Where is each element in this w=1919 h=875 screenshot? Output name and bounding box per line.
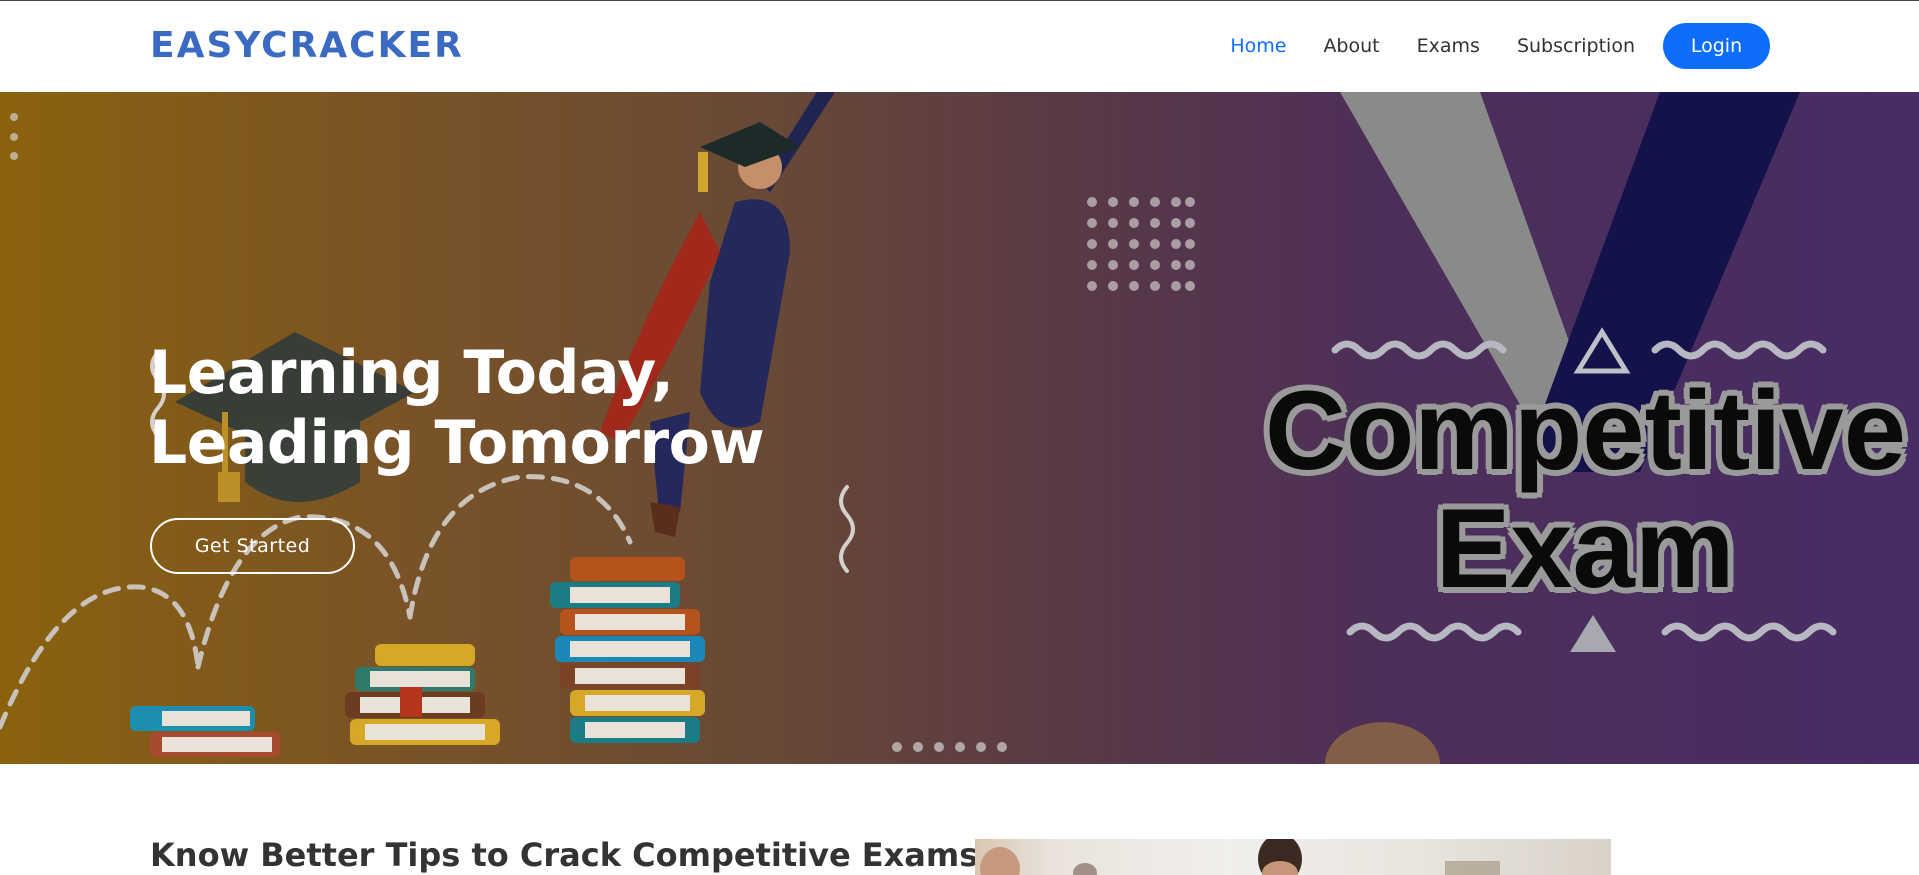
login-button[interactable]: Login [1663, 23, 1770, 69]
badge-line1: Competitive [1265, 368, 1906, 493]
dashed-jump-path [0, 474, 633, 730]
decor-dots-bottom [892, 742, 1007, 752]
get-started-button[interactable]: Get Started [150, 518, 355, 574]
nav-home-link[interactable]: Home [1230, 23, 1286, 69]
decor-dot-grid [1087, 197, 1195, 291]
nav-about-link[interactable]: About [1323, 23, 1379, 69]
triangle-solid-icon [1570, 615, 1616, 652]
hero-title-line1: Learning Today, [149, 338, 674, 408]
main-nav: Home About Exams Subscription Login [1193, 23, 1770, 69]
badge-line2: Exam [1435, 486, 1735, 611]
decor-dots-left [10, 113, 18, 160]
hero-title-line2: Leading Tomorrow [149, 408, 765, 478]
people-photo-placeholder [980, 839, 1500, 875]
section-heading: Know Better Tips to Crack Competitive Ex… [150, 836, 979, 874]
brand-logo[interactable]: EASYCRACKER [150, 25, 464, 66]
top-navbar: EASYCRACKER Home About Exams Subscriptio… [0, 0, 1919, 92]
hero-banner: Learning Today, Leading Tomorrow Get Sta… [0, 92, 1919, 764]
tips-photo [975, 839, 1611, 875]
nav-exams-link[interactable]: Exams [1417, 23, 1480, 69]
nav-subscription-link[interactable]: Subscription [1517, 23, 1635, 69]
hero-title: Learning Today, Leading Tomorrow [149, 338, 849, 478]
decor-half-circle [1325, 722, 1441, 764]
competitive-exam-badge: Competitive Exam [1265, 368, 1906, 611]
